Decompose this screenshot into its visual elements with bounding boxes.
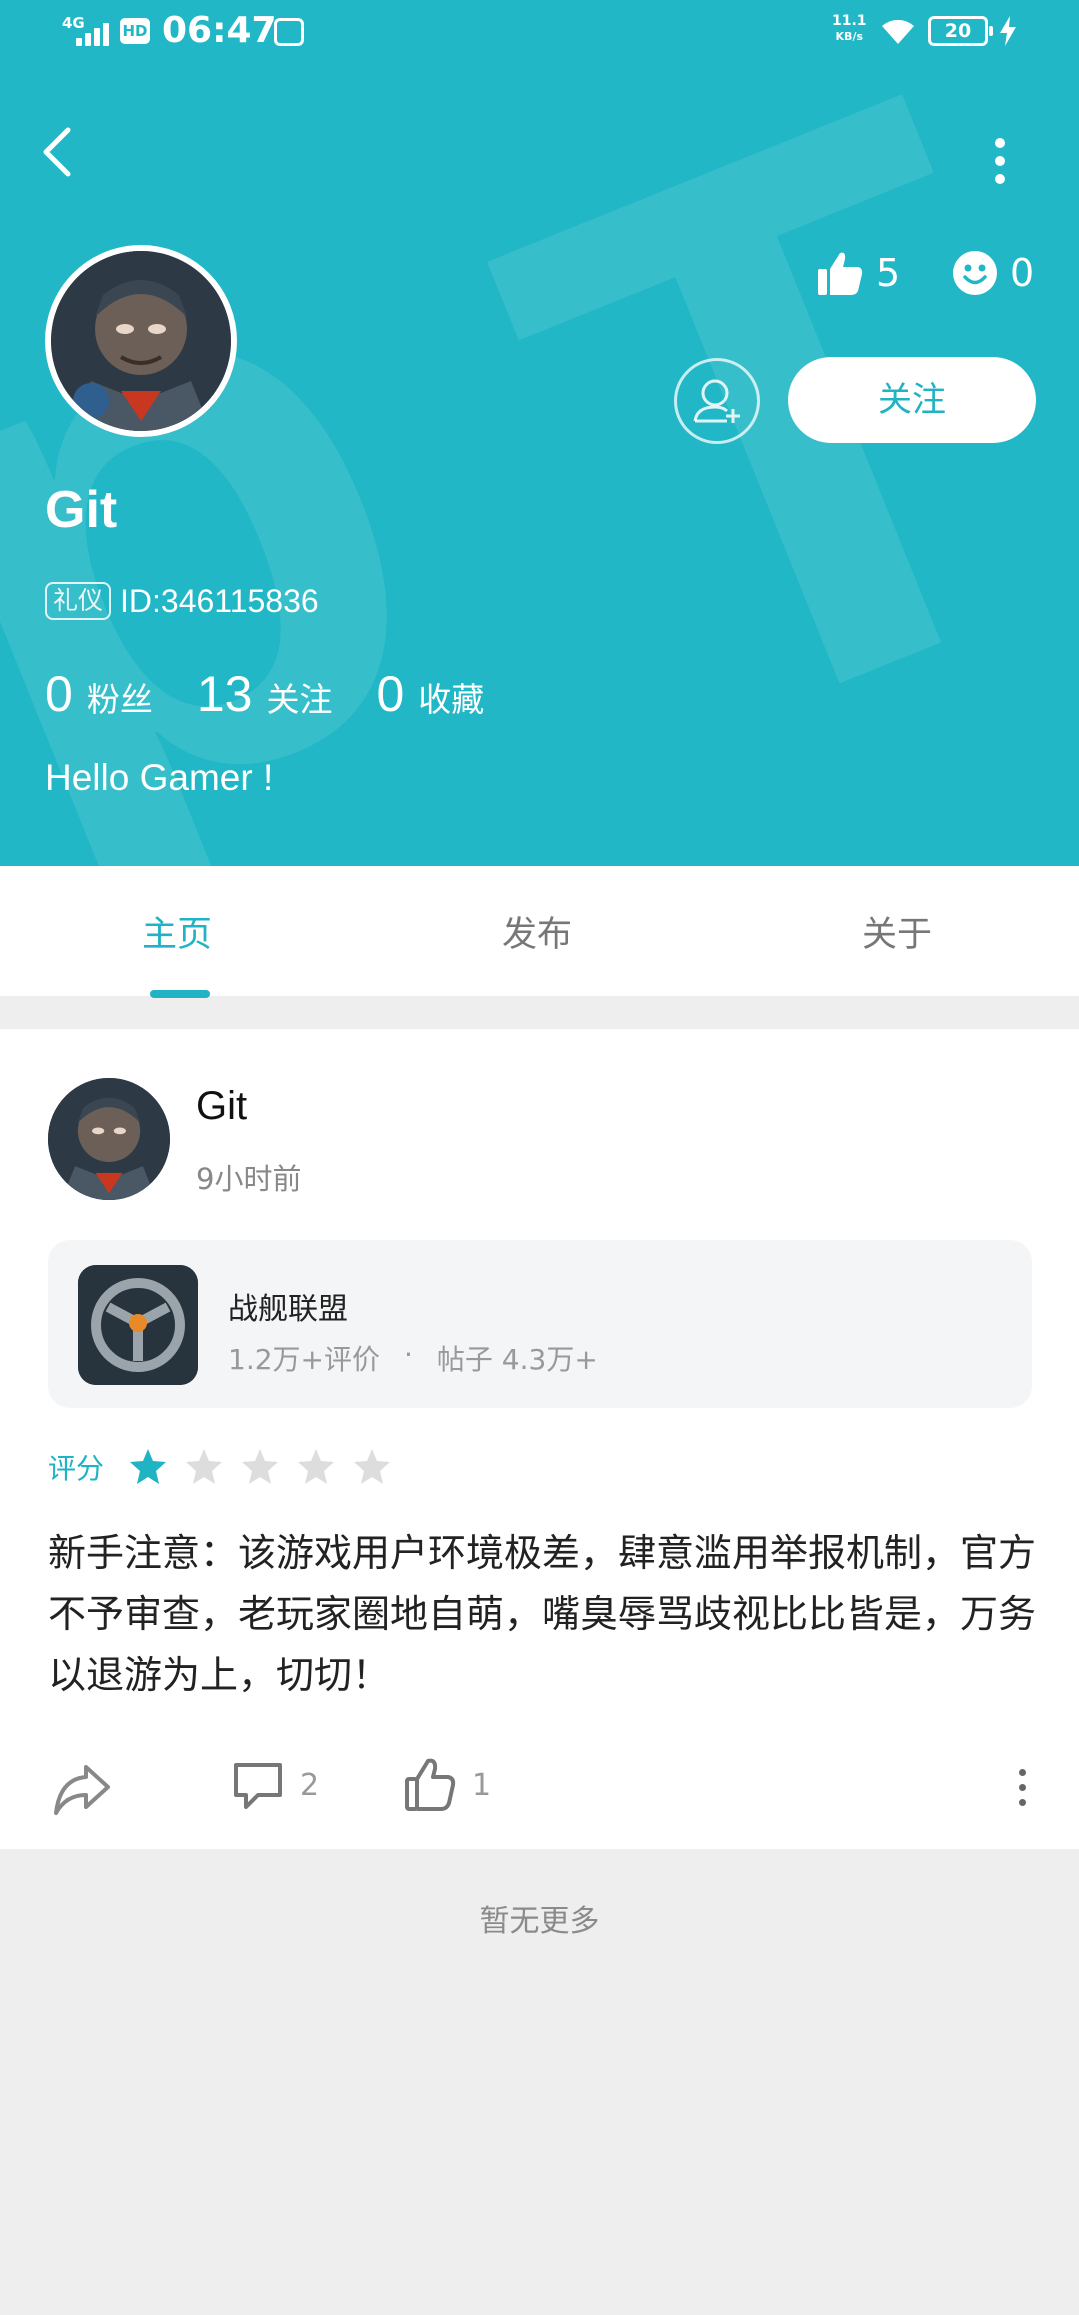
game-reviews: 1.2万+评价 — [228, 1343, 380, 1376]
star-icon — [354, 1449, 391, 1484]
avatar[interactable] — [45, 245, 237, 437]
tab-home[interactable]: 主页 — [142, 906, 212, 957]
profile-bio: Hello Gamer ! — [45, 757, 274, 798]
share-icon — [54, 1765, 110, 1815]
user-badge: 礼仪 — [45, 582, 112, 620]
post-card[interactable]: Git 9小时前 战舰联盟 1.2万+评价 · 帖子 4.3万+ 评分 新手注意… — [0, 1029, 1079, 1849]
game-name: 战舰联盟 — [228, 1292, 348, 1327]
status-time: 06:47 — [162, 10, 277, 51]
like-button[interactable]: 1 — [404, 1757, 491, 1813]
profile-reactions-count: 0 — [1010, 251, 1035, 295]
post-actions: 2 1 — [0, 1749, 1079, 1829]
wifi-icon — [878, 16, 918, 50]
like-icon — [405, 1758, 456, 1811]
avatar-image — [51, 251, 231, 431]
tab-posts[interactable]: 发布 — [502, 906, 572, 957]
avatar-image — [48, 1078, 170, 1200]
thumbs-up-icon — [818, 252, 863, 295]
game-meta: 1.2万+评价 · 帖子 4.3万+ — [228, 1338, 598, 1378]
game-posts: 帖子 4.3万+ — [436, 1343, 598, 1376]
meta-separator: · — [404, 1338, 413, 1371]
profile-likes-count: 5 — [876, 251, 901, 295]
game-icon — [78, 1265, 198, 1385]
post-timestamp: 9小时前 — [196, 1162, 302, 1196]
back-button[interactable] — [36, 122, 96, 192]
more-options-button[interactable] — [980, 130, 1020, 190]
rating: 评分 — [48, 1447, 408, 1487]
speed-unit: KB/s — [835, 30, 864, 43]
comment-count: 2 — [300, 1767, 320, 1803]
star-icon — [242, 1449, 279, 1484]
charging-icon — [1000, 16, 1016, 50]
post-body[interactable]: 新手注意：该游戏用户环境极差，肆意滥用举报机制，官方不予审查，老玩家圈地自萌，嘴… — [48, 1523, 1038, 1706]
following-label[interactable]: 关注 — [266, 673, 332, 721]
rating-label: 评分 — [48, 1452, 105, 1485]
rating-stars — [128, 1447, 408, 1487]
user-id: ID:346115836 — [120, 583, 319, 619]
following-count[interactable]: 13 — [197, 665, 253, 723]
fans-label[interactable]: 粉丝 — [87, 673, 153, 721]
game-card[interactable]: 战舰联盟 1.2万+评价 · 帖子 4.3万+ — [48, 1240, 1032, 1408]
post-author-avatar[interactable] — [48, 1078, 170, 1200]
network-speed: 11.1 KB/s — [832, 14, 867, 44]
share-button[interactable] — [52, 1761, 112, 1821]
speed-value: 11.1 — [832, 13, 867, 29]
tab-indicator — [150, 990, 210, 998]
star-icon — [186, 1449, 223, 1484]
profile-likes[interactable]: 5 — [816, 245, 900, 301]
profile-counts: 0 粉丝 13 关注 0 收藏 — [45, 665, 528, 723]
profile-tabs: 主页 发布 关于 — [0, 866, 1079, 998]
favorites-count[interactable]: 0 — [376, 665, 404, 723]
status-bar: 4G HD 06:47 11.1 KB/s 20 — [0, 0, 1079, 66]
hd-icon: HD — [120, 18, 150, 44]
no-more-text: 暂无更多 — [479, 1904, 600, 1939]
follow-button[interactable]: 关注 — [788, 357, 1036, 443]
profile-header: p T 4G HD 06:47 11.1 KB/s 20 5 0 关注 Git … — [0, 0, 1079, 866]
battery-icon: 20 — [928, 16, 993, 46]
back-arrow-icon — [43, 127, 71, 177]
add-friend-button[interactable] — [674, 358, 760, 444]
smiley-icon — [953, 251, 997, 295]
comment-icon — [234, 1763, 282, 1809]
tab-about[interactable]: 关于 — [862, 906, 932, 957]
post-more-button[interactable] — [1016, 1769, 1028, 1814]
profile-name: Git — [45, 481, 118, 539]
like-count: 1 — [472, 1767, 492, 1803]
star-icon — [298, 1449, 335, 1484]
favorites-label[interactable]: 收藏 — [418, 673, 484, 721]
comment-button[interactable]: 2 — [232, 1759, 319, 1811]
watermark-decoration: p — [0, 38, 527, 866]
star-icon — [130, 1449, 167, 1484]
fans-count[interactable]: 0 — [45, 665, 73, 723]
signal-icon — [76, 22, 110, 46]
notification-app-icon — [274, 18, 304, 46]
post-author-name[interactable]: Git — [196, 1084, 247, 1129]
add-user-icon — [693, 379, 740, 423]
profile-reactions[interactable]: 0 — [952, 245, 1034, 301]
